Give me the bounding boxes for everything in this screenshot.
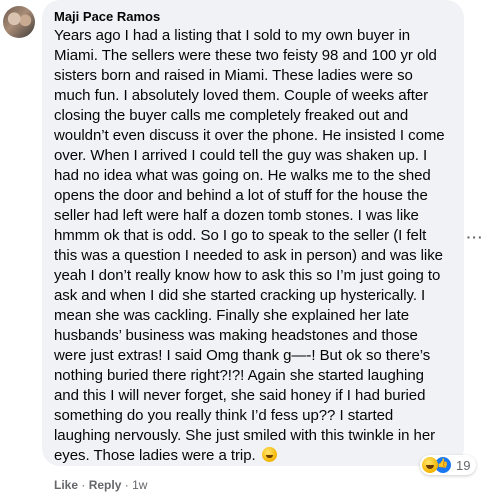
action-separator: · <box>124 478 129 492</box>
reaction-count: 19 <box>456 457 471 473</box>
reactions-summary[interactable]: 19 <box>420 455 477 475</box>
like-button[interactable]: Like <box>54 478 78 492</box>
comment-actions: Like · Reply · 1w <box>54 478 147 492</box>
action-separator: · <box>81 478 86 492</box>
comment-text: Years ago I had a listing that I sold to… <box>54 27 445 464</box>
comment-author-name[interactable]: Maji Pace Ramos <box>54 8 452 25</box>
comment-timestamp[interactable]: 1w <box>132 478 147 492</box>
author-avatar[interactable] <box>3 6 35 38</box>
more-options-button[interactable]: ··· <box>466 228 484 246</box>
reply-button[interactable]: Reply <box>89 478 122 492</box>
comment-body: Years ago I had a listing that I sold to… <box>54 26 452 466</box>
haha-reaction-icon <box>422 457 438 473</box>
rolling-laughing-emoji-icon <box>261 447 277 462</box>
comment-bubble: Maji Pace Ramos Years ago I had a listin… <box>42 0 464 466</box>
